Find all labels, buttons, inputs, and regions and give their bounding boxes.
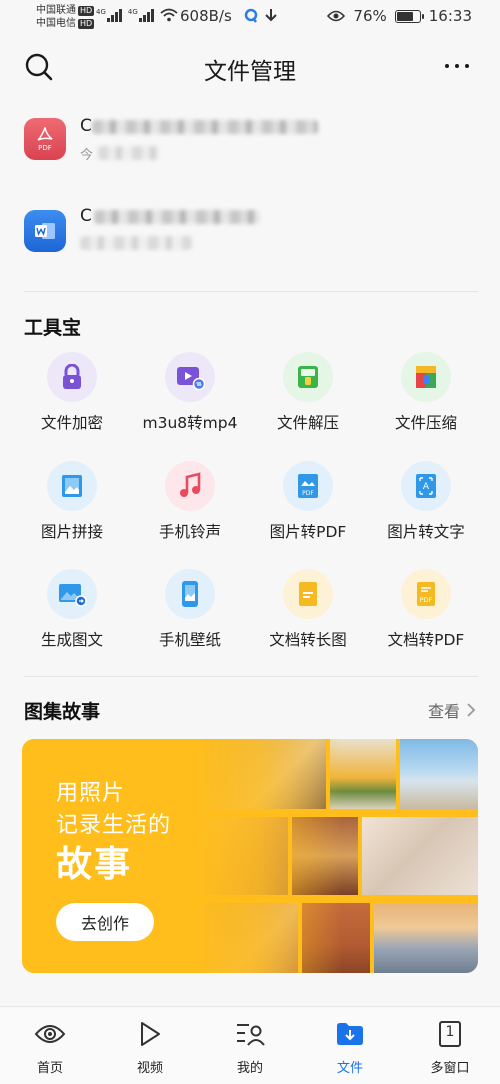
clock: 16:33 <box>428 7 472 25</box>
file-name-blurred <box>92 120 318 134</box>
nav-video[interactable]: 视频 <box>100 1019 200 1076</box>
tool-generate-image-text[interactable]: 生成图文 <box>13 569 131 669</box>
download-icon <box>265 9 277 22</box>
banner-fade <box>192 739 342 973</box>
nav-home[interactable]: 首页 <box>0 1019 100 1076</box>
more-dot-icon <box>465 64 469 68</box>
image-text-icon <box>47 569 97 619</box>
carrier-info: 中国联通 HD 中国电信 HD <box>36 4 95 30</box>
tool-ringtone[interactable]: 手机铃声 <box>131 461 249 561</box>
nav-mine[interactable]: 我的 <box>200 1019 300 1076</box>
title-bar: 文件管理 <box>0 40 500 96</box>
signal-strength-icon: 4G <box>96 8 122 22</box>
file-meta-blurred <box>80 236 192 250</box>
zip-icon <box>401 352 451 402</box>
eye-icon <box>34 1019 66 1049</box>
tool-doc-to-pdf[interactable]: PDF 文档转PDF <box>367 569 485 669</box>
nav-files[interactable]: 文件 <box>300 1019 400 1076</box>
carrier-2: 中国电信 <box>36 18 76 29</box>
signal-strength-icon: 4G <box>128 8 154 22</box>
tool-file-encrypt[interactable]: 文件加密 <box>13 352 131 452</box>
file-meta: 今 <box>80 148 94 163</box>
svg-text:PDF: PDF <box>302 490 314 497</box>
tool-image-to-pdf[interactable]: PDF 图片转PDF <box>249 461 367 561</box>
network-speed: 608B/s <box>180 7 232 25</box>
tool-doc-to-long-image[interactable]: 文档转长图 <box>249 569 367 669</box>
tool-image-to-text[interactable]: A 图片转文字 <box>367 461 485 561</box>
doc-to-long-image-icon <box>283 569 333 619</box>
bottom-navigation: 首页 视频 我的 文件 1 多窗口 <box>0 1006 500 1084</box>
recent-file-item[interactable]: C <box>0 190 500 270</box>
signal-icons: 4G 4G <box>96 8 178 22</box>
video-convert-icon <box>165 352 215 402</box>
folder-download-icon <box>334 1019 366 1049</box>
window-count: 1 <box>445 1024 455 1040</box>
status-bar: 中国联通 HD 中国电信 HD 4G 4G 608B/s 76% 16:33 <box>0 0 500 34</box>
chevron-right-icon <box>467 703 476 717</box>
profile-list-icon <box>234 1019 266 1049</box>
hd-badge-2: HD <box>78 19 95 29</box>
battery-icon <box>394 9 424 23</box>
file-meta-blurred <box>98 146 160 160</box>
doc-to-pdf-icon: PDF <box>401 569 451 619</box>
battery-percent: 76% <box>353 7 387 25</box>
svg-text:PDF: PDF <box>420 596 433 604</box>
word-file-icon <box>24 210 66 252</box>
banner-line-1: 用照片 <box>56 781 126 806</box>
tool-unzip[interactable]: 文件解压 <box>249 352 367 452</box>
wifi-icon <box>160 8 178 22</box>
see-more-link[interactable]: 查看 <box>428 698 476 722</box>
more-dot-icon <box>445 64 449 68</box>
file-name: C <box>80 116 92 136</box>
photo-beach-group <box>400 739 478 809</box>
story-banner[interactable]: 用照片 记录生活的 故事 去创作 <box>22 739 478 973</box>
tool-m3u8-to-mp4[interactable]: m3u8转mp4 <box>131 352 249 452</box>
status-right: 76% 16:33 <box>327 7 472 25</box>
svg-text:A: A <box>423 482 430 492</box>
unzip-icon <box>283 352 333 402</box>
file-name-blurred <box>94 210 260 224</box>
toolbox-title: 工具宝 <box>24 317 82 339</box>
eye-comfort-icon <box>327 10 346 22</box>
hd-badge-1: HD <box>78 6 95 16</box>
image-to-pdf-icon: PDF <box>283 461 333 511</box>
pdf-file-icon: PDF <box>24 118 66 160</box>
image-stitch-icon <box>47 461 97 511</box>
carrier-1: 中国联通 <box>36 5 76 16</box>
recent-file-item[interactable]: PDF C 今 <box>0 100 500 180</box>
create-button[interactable]: 去创作 <box>56 903 154 941</box>
nav-multi-window[interactable]: 1 多窗口 <box>400 1019 500 1076</box>
play-icon <box>134 1019 166 1049</box>
divider <box>24 291 478 292</box>
image-to-text-icon: A <box>401 461 451 511</box>
photo-sunset-sea <box>374 903 478 973</box>
file-name: C <box>80 206 92 226</box>
more-menu-button[interactable] <box>440 54 474 78</box>
gallery-title: 图集故事 <box>24 701 101 723</box>
photo-woman-hat <box>362 817 478 895</box>
notification-icons <box>244 8 278 24</box>
tool-zip[interactable]: 文件压缩 <box>367 352 485 452</box>
page-title: 文件管理 <box>204 59 296 85</box>
app-notification-icon <box>244 8 258 23</box>
banner-headline: 故事 <box>56 844 133 885</box>
battery-fill <box>396 11 413 21</box>
tool-image-stitch[interactable]: 图片拼接 <box>13 461 131 561</box>
tool-wallpaper[interactable]: 手机壁纸 <box>131 569 249 669</box>
music-note-icon <box>165 461 215 511</box>
more-dot-icon <box>455 64 459 68</box>
multi-window-icon: 1 <box>434 1019 466 1049</box>
divider <box>24 676 478 677</box>
wallpaper-icon <box>165 569 215 619</box>
lock-icon <box>47 352 97 402</box>
